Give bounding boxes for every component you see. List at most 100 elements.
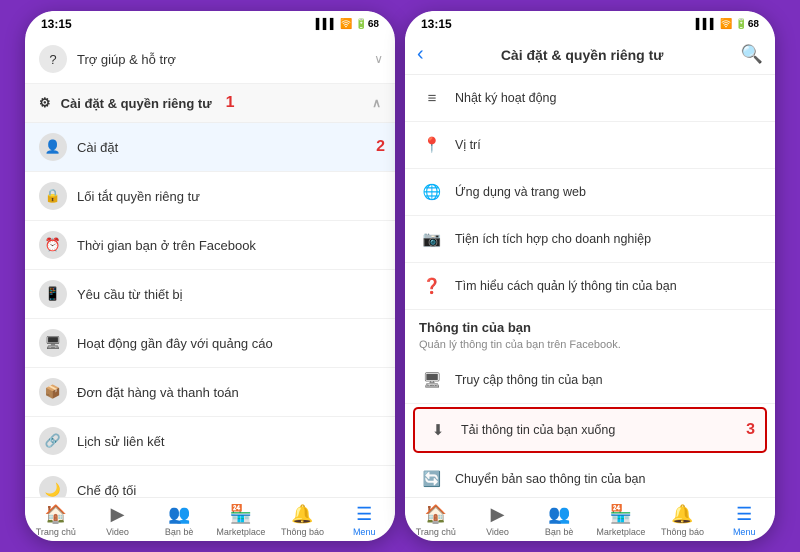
right-nav-notifications[interactable]: 🔔 Thông báo bbox=[652, 498, 714, 541]
menu-item-device-requests[interactable]: 📱 Yêu cầu từ thiết bị bbox=[25, 270, 395, 319]
activity-log-icon: ≡ bbox=[419, 85, 445, 111]
menu-item-dark-mode[interactable]: 🌙 Chế độ tối bbox=[25, 466, 395, 497]
location-label: Vị trí bbox=[455, 138, 481, 152]
facebook-time-label: Thời gian bạn ở trên Facebook bbox=[77, 238, 256, 253]
back-button[interactable]: ‹ bbox=[417, 43, 424, 66]
settings-download-info[interactable]: ⬇ Tải thông tin của bạn xuống 3 bbox=[413, 407, 767, 453]
right-nav-home[interactable]: 🏠 Trang chủ bbox=[405, 498, 467, 541]
right-menu-label: Menu bbox=[733, 527, 756, 537]
menu-item-settings[interactable]: 👤 Cài đặt 2 bbox=[25, 123, 395, 172]
right-settings-list: ≡ Nhật ký hoạt động 📍 Vị trí 🌐 Ứng dụng … bbox=[405, 75, 775, 497]
left-phone: 13:15 ▌▌▌ 🛜 🔋68 ? Trợ giúp & hỗ trợ ∨ ⚙ … bbox=[25, 11, 395, 541]
right-nav-video[interactable]: ▶ Video bbox=[467, 498, 529, 541]
your-info-title: Thông tin của bạn bbox=[405, 310, 775, 339]
help-label: Trợ giúp & hỗ trợ bbox=[77, 52, 176, 67]
linked-accounts-label: Lịch sử liên kết bbox=[77, 434, 164, 449]
right-page-header: ‹ Cài đặt & quyền riêng tư 🔍 bbox=[405, 35, 775, 75]
menu-item-ad-activity[interactable]: 🖥 Hoạt động gần đây với quảng cáo bbox=[25, 319, 395, 368]
menu-item-facebook-time[interactable]: ⏰ Thời gian bạn ở trên Facebook bbox=[25, 221, 395, 270]
right-signal-icon: ▌▌▌ bbox=[696, 19, 717, 30]
facebook-time-icon: ⏰ bbox=[39, 231, 67, 259]
settings-icon: 👤 bbox=[39, 133, 67, 161]
settings-location[interactable]: 📍 Vị trí bbox=[405, 122, 775, 169]
left-bottom-nav: 🏠 Trang chủ ▶ Video 👥 Bạn bè 🏪 Marketpla… bbox=[25, 497, 395, 541]
orders-label: Đơn đặt hàng và thanh toán bbox=[77, 385, 239, 400]
apps-web-icon: 🌐 bbox=[419, 179, 445, 205]
left-nav-video[interactable]: ▶ Video bbox=[87, 498, 149, 541]
menu-item-settings-privacy[interactable]: ⚙ Cài đặt & quyền riêng tư 1 ∧ bbox=[25, 84, 395, 123]
right-friends-label: Bạn bè bbox=[545, 527, 574, 537]
left-nav-notifications[interactable]: 🔔 Thông báo bbox=[272, 498, 334, 541]
apps-web-label: Ứng dụng và trang web bbox=[455, 185, 586, 199]
menu-item-linked-accounts[interactable]: 🔗 Lịch sử liên kết bbox=[25, 417, 395, 466]
right-time: 13:15 bbox=[421, 17, 452, 31]
settings-manage-info[interactable]: ❓ Tìm hiểu cách quản lý thông tin của bạ… bbox=[405, 263, 775, 310]
transfer-info-icon: 🔄 bbox=[419, 466, 445, 492]
manage-info-label: Tìm hiểu cách quản lý thông tin của bạn bbox=[455, 279, 677, 293]
right-notifications-icon: 🔔 bbox=[671, 504, 693, 525]
settings-activity-log[interactable]: ≡ Nhật ký hoạt động bbox=[405, 75, 775, 122]
left-status-icons: ▌▌▌ 🛜 🔋68 bbox=[316, 19, 379, 30]
download-info-icon: ⬇ bbox=[425, 417, 451, 443]
menu-item-privacy-shortcuts[interactable]: 🔒 Lối tắt quyền riêng tư bbox=[25, 172, 395, 221]
business-tools-icon: 📷 bbox=[419, 226, 445, 252]
right-friends-icon: 👥 bbox=[548, 504, 570, 525]
left-nav-menu[interactable]: ☰ Menu bbox=[333, 498, 395, 541]
right-notifications-label: Thông báo bbox=[661, 527, 704, 537]
right-video-label: Video bbox=[486, 527, 509, 537]
left-content: ? Trợ giúp & hỗ trợ ∨ ⚙ Cài đặt & quyền … bbox=[25, 35, 395, 541]
help-icon: ? bbox=[39, 45, 67, 73]
ad-activity-label: Hoạt động gần đây với quảng cáo bbox=[77, 336, 273, 351]
battery-icon: 🔋68 bbox=[355, 19, 379, 30]
right-status-bar: 13:15 ▌▌▌ 🛜 🔋68 bbox=[405, 11, 775, 35]
location-icon: 📍 bbox=[419, 132, 445, 158]
access-info-icon: 🖥 bbox=[419, 367, 445, 393]
video-icon: ▶ bbox=[111, 504, 125, 525]
menu-item-help[interactable]: ? Trợ giúp & hỗ trợ ∨ bbox=[25, 35, 395, 84]
right-marketplace-icon: 🏪 bbox=[610, 504, 632, 525]
dark-mode-icon: 🌙 bbox=[39, 476, 67, 497]
menu-label: Menu bbox=[353, 527, 376, 537]
right-status-icons: ▌▌▌ 🛜 🔋68 bbox=[696, 19, 759, 30]
right-nav-menu[interactable]: ☰ Menu bbox=[713, 498, 775, 541]
friends-label: Bạn bè bbox=[165, 527, 194, 537]
right-marketplace-label: Marketplace bbox=[596, 527, 645, 537]
download-info-label: Tải thông tin của bạn xuống bbox=[461, 423, 615, 437]
wifi-icon: 🛜 bbox=[340, 19, 352, 30]
linked-accounts-icon: 🔗 bbox=[39, 427, 67, 455]
video-label: Video bbox=[106, 527, 129, 537]
signal-icon: ▌▌▌ bbox=[316, 19, 337, 30]
privacy-shortcuts-label: Lối tắt quyền riêng tư bbox=[77, 189, 200, 204]
settings-access-info[interactable]: 🖥 Truy cập thông tin của bạn bbox=[405, 357, 775, 404]
friends-icon: 👥 bbox=[168, 504, 190, 525]
left-nav-marketplace[interactable]: 🏪 Marketplace bbox=[210, 498, 272, 541]
right-video-icon: ▶ bbox=[491, 504, 505, 525]
settings-privacy-badge: 1 bbox=[226, 94, 235, 112]
settings-business-tools[interactable]: 📷 Tiện ích tích hợp cho doanh nghiệp bbox=[405, 216, 775, 263]
left-nav-friends[interactable]: 👥 Bạn bè bbox=[148, 498, 210, 541]
marketplace-label: Marketplace bbox=[216, 527, 265, 537]
search-button[interactable]: 🔍 bbox=[741, 44, 763, 65]
right-wifi-icon: 🛜 bbox=[720, 19, 732, 30]
left-nav-home[interactable]: 🏠 Trang chủ bbox=[25, 498, 87, 541]
right-nav-marketplace[interactable]: 🏪 Marketplace bbox=[590, 498, 652, 541]
your-info-subtitle: Quản lý thông tin của bạn trên Facebook. bbox=[405, 339, 775, 357]
device-requests-label: Yêu cầu từ thiết bị bbox=[77, 287, 183, 302]
menu-item-orders[interactable]: 📦 Đơn đặt hàng và thanh toán bbox=[25, 368, 395, 417]
access-info-label: Truy cập thông tin của bạn bbox=[455, 373, 603, 387]
settings-apps-web[interactable]: 🌐 Ứng dụng và trang web bbox=[405, 169, 775, 216]
left-status-bar: 13:15 ▌▌▌ 🛜 🔋68 bbox=[25, 11, 395, 35]
menu-icon: ☰ bbox=[356, 504, 372, 525]
right-home-label: Trang chủ bbox=[416, 527, 456, 537]
activity-log-label: Nhật ký hoạt động bbox=[455, 91, 556, 105]
orders-icon: 📦 bbox=[39, 378, 67, 406]
ad-activity-icon: 🖥 bbox=[39, 329, 67, 357]
notifications-icon: 🔔 bbox=[291, 504, 313, 525]
settings-privacy-icon: ⚙ bbox=[39, 95, 51, 111]
settings-privacy-label: Cài đặt & quyền riêng tư bbox=[61, 96, 212, 111]
page-title: Cài đặt & quyền riêng tư bbox=[501, 47, 664, 63]
transfer-info-label: Chuyển bản sao thông tin của bạn bbox=[455, 472, 645, 486]
right-nav-friends[interactable]: 👥 Bạn bè bbox=[528, 498, 590, 541]
device-requests-icon: 📱 bbox=[39, 280, 67, 308]
settings-transfer-info[interactable]: 🔄 Chuyển bản sao thông tin của bạn bbox=[405, 456, 775, 497]
